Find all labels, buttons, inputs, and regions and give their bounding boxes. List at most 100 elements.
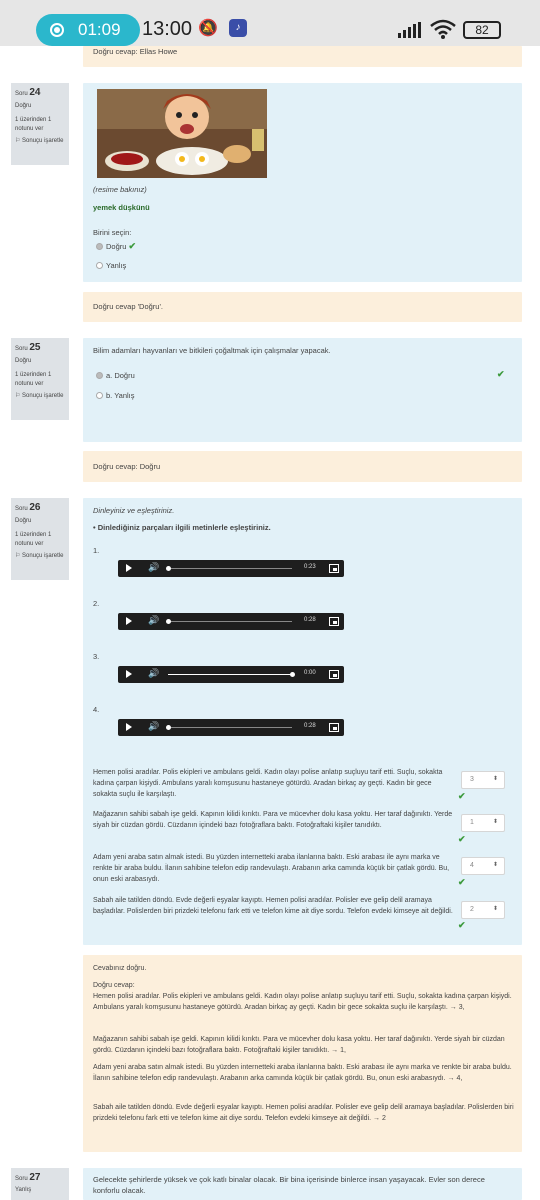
- instruction: Dinleyiniz ve eşleştiriniz.: [93, 506, 175, 515]
- feedback-item: Sabah aile tatilden döndü. Evde değerli …: [93, 1104, 514, 1122]
- checkmark-icon: ✔: [458, 791, 466, 801]
- question-mark: 1 üzerinden 1 notunu ver: [15, 117, 52, 132]
- flag-question-link[interactable]: ⚐ Sonuçu işaretle: [15, 552, 65, 561]
- question-number: Soru 26: [15, 502, 41, 513]
- updown-icon: ⬍: [492, 862, 498, 868]
- image-caption: (resime bakınız): [93, 185, 147, 194]
- option-a[interactable]: a. Doğru: [96, 370, 135, 381]
- question-image: [97, 89, 267, 178]
- question-info: Soru 27 Yanlış: [11, 1168, 69, 1200]
- play-icon[interactable]: [126, 617, 132, 625]
- match-select[interactable]: 1 ⬍: [461, 814, 505, 832]
- radio-icon[interactable]: [96, 262, 103, 269]
- signal-icon: [398, 22, 421, 38]
- match-select[interactable]: 3 ⬍: [461, 771, 505, 789]
- question-content: Bilim adamları hayvanları ve bitkileri ç…: [83, 338, 522, 442]
- feedback-item: Adam yeni araba satın almak istedi. Bu y…: [93, 1064, 512, 1082]
- question-info: Soru 24 Doğru 1 üzerinden 1 notunu ver ⚐…: [11, 83, 69, 165]
- picture-in-picture-icon[interactable]: [329, 723, 339, 732]
- feedback-title: Cevabınız doğru.: [93, 965, 147, 972]
- question-number: Soru 25: [15, 342, 41, 353]
- flag-question-link[interactable]: ⚐ Sonuçu işaretle: [15, 392, 65, 401]
- question-state: Doğru: [15, 518, 32, 524]
- question-info: Soru 25 Doğru 1 üzerinden 1 notunu ver ⚐…: [11, 338, 69, 420]
- picture-in-picture-icon[interactable]: [329, 670, 339, 679]
- radio-icon[interactable]: [96, 392, 103, 399]
- play-icon[interactable]: [126, 670, 132, 678]
- match-select[interactable]: 4 ⬍: [461, 857, 505, 875]
- play-icon[interactable]: [126, 564, 132, 572]
- flag-icon: ⚐: [15, 393, 23, 399]
- mute-icon: 🔕: [198, 20, 218, 37]
- audio-time: 0:28: [304, 723, 316, 729]
- updown-icon: ⬍: [492, 906, 498, 912]
- question-prompt: Bilim adamları hayvanları ve bitkileri ç…: [93, 346, 331, 355]
- correct-answer-text: Doğru cevap: Doğru: [93, 462, 161, 471]
- radio-icon[interactable]: [96, 372, 103, 379]
- battery-icon: 82: [463, 21, 501, 39]
- answer-feedback: Doğru cevap: Doğru: [83, 451, 522, 482]
- select-label: Birini seçin:: [93, 228, 132, 237]
- flag-icon: ⚐: [15, 553, 23, 559]
- match-item-text: Hemen polisi aradılar. Polis ekipleri ve…: [93, 769, 443, 798]
- flag-icon: ⚐: [15, 138, 23, 144]
- answer-feedback: Cevabınız doğru. Doğru cevap: Hemen poli…: [83, 955, 522, 1152]
- checkmark-icon: ✔: [128, 241, 137, 251]
- status-bar: 01:09 13:00 🔕 ♪ 82: [0, 0, 540, 46]
- audio-player[interactable]: 🔊 0:28: [118, 719, 344, 736]
- question-prompt: yemek düşkünü: [93, 203, 150, 212]
- option-false[interactable]: Yanlış: [96, 260, 126, 271]
- question-state: Doğru: [15, 103, 32, 109]
- audio-player[interactable]: 🔊 0:00: [118, 666, 344, 683]
- match-item-text: Sabah aile tatilden döndü. Evde değerli …: [93, 897, 453, 915]
- updown-icon: ⬍: [492, 819, 498, 825]
- match-item-text: Mağazanın sahibi sabah işe geldi. Kapını…: [93, 811, 453, 829]
- question-prompt: Gelecekte şehirlerde yüksek ve çok katlı…: [93, 1175, 485, 1195]
- question-number: Soru 24: [15, 87, 41, 98]
- checkmark-icon: ✔: [497, 369, 505, 379]
- feedback-label: Doğru cevap:: [93, 982, 135, 989]
- record-icon: [50, 23, 64, 37]
- picture-in-picture-icon[interactable]: [329, 564, 339, 573]
- question-number: Soru 27: [15, 1172, 41, 1183]
- audio-player[interactable]: 🔊 0:23: [118, 560, 344, 577]
- question-state: Yanlış: [15, 1187, 32, 1193]
- picture-in-picture-icon[interactable]: [329, 617, 339, 626]
- updown-icon: ⬍: [492, 776, 498, 782]
- wifi-icon: [430, 19, 456, 39]
- volume-icon[interactable]: 🔊: [148, 721, 159, 732]
- volume-icon[interactable]: 🔊: [148, 562, 159, 573]
- audio-seek-bar[interactable]: [166, 619, 292, 624]
- question-state: Doğru: [15, 358, 32, 364]
- audio-index: 4.: [93, 705, 100, 714]
- checkmark-icon: ✔: [458, 920, 466, 930]
- audio-seek-bar[interactable]: [168, 672, 295, 677]
- audio-time: 0:28: [304, 617, 316, 623]
- correct-answer-text: Doğru cevap 'Doğru'.: [93, 302, 163, 311]
- checkmark-icon: ✔: [458, 877, 466, 887]
- audio-seek-bar[interactable]: [166, 725, 292, 730]
- screen-recording-pill[interactable]: 01:09: [36, 14, 140, 46]
- instruction-bullet: • Dinlediğiniz parçaları ilgili metinler…: [93, 523, 271, 532]
- play-icon[interactable]: [126, 723, 132, 731]
- audio-player[interactable]: 🔊 0:28: [118, 613, 344, 630]
- question-mark: 1 üzerinden 1 notunu ver: [15, 372, 52, 387]
- question-mark: 1 üzerinden 1 notunu ver: [15, 532, 52, 547]
- volume-icon[interactable]: 🔊: [148, 615, 159, 626]
- app-icon: ♪: [229, 19, 247, 37]
- option-b[interactable]: b. Yanlış: [96, 390, 135, 401]
- checkmark-icon: ✔: [458, 834, 466, 844]
- audio-seek-bar[interactable]: [166, 566, 292, 571]
- answer-feedback: Doğru cevap 'Doğru'.: [83, 292, 522, 322]
- audio-time: 0:00: [304, 670, 316, 676]
- flag-question-link[interactable]: ⚐ Sonuçu işaretle: [15, 137, 65, 146]
- match-select[interactable]: 2 ⬍: [461, 901, 505, 919]
- feedback-item: Hemen polisi aradılar. Polis ekipleri ve…: [93, 993, 512, 1011]
- option-true[interactable]: Doğru ✔: [96, 241, 136, 252]
- radio-icon[interactable]: [96, 243, 103, 250]
- volume-icon[interactable]: 🔊: [148, 668, 159, 679]
- audio-index: 2.: [93, 599, 100, 608]
- audio-time: 0:23: [304, 564, 316, 570]
- previous-feedback: Doğru cevap: Ellas Howe: [83, 46, 522, 67]
- question-content: Gelecekte şehirlerde yüksek ve çok katlı…: [83, 1168, 522, 1200]
